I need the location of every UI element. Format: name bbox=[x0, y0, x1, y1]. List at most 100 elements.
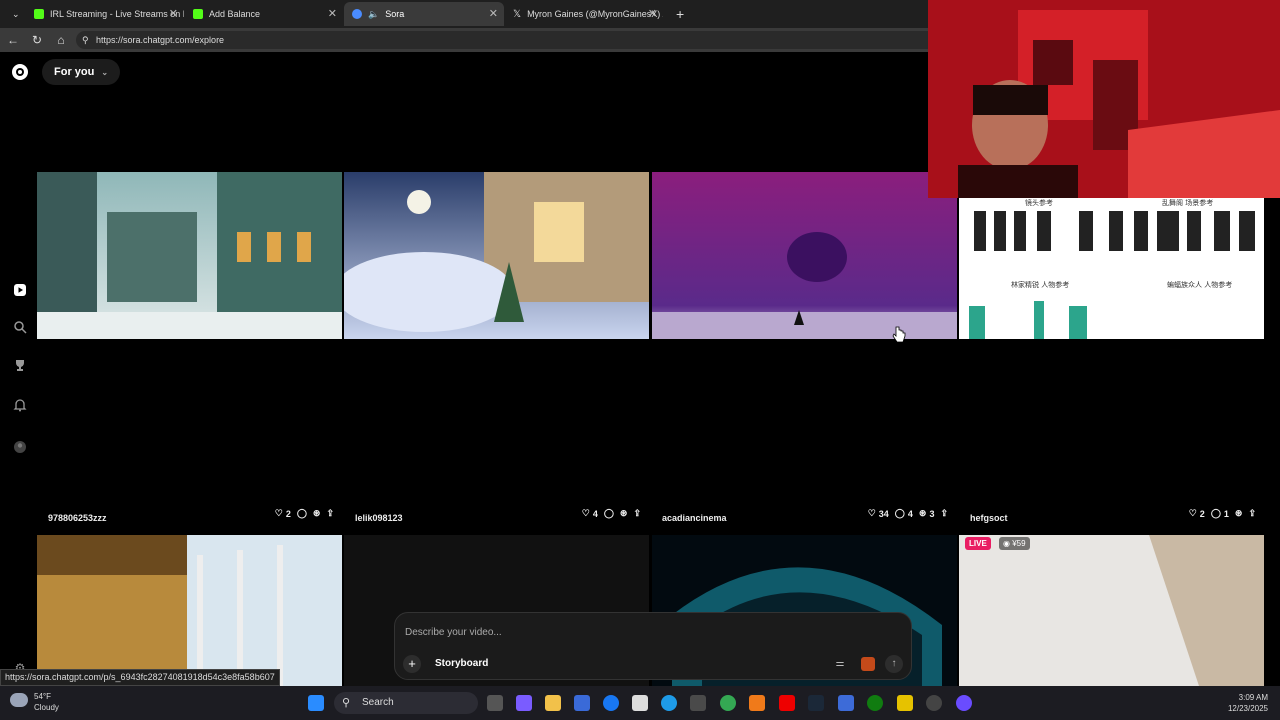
facebook-icon[interactable] bbox=[603, 695, 619, 711]
xbox-icon[interactable] bbox=[867, 695, 883, 711]
like-count: 2 bbox=[285, 508, 291, 519]
video-meta-row: lelik098123 ♡ 4 ◯ ⊛ ⇪ bbox=[355, 508, 641, 528]
like-button[interactable]: ♡ 4 bbox=[582, 508, 598, 519]
video-tile-winter-palace[interactable] bbox=[344, 172, 649, 339]
video-tile-purple-wave[interactable] bbox=[652, 172, 957, 339]
comment-button[interactable]: ◯ 4 bbox=[895, 508, 913, 519]
system-clock[interactable]: 3:09 AM 12/23/2025 bbox=[1228, 692, 1268, 714]
character-figures bbox=[969, 211, 1255, 339]
taskbar-search[interactable]: ⚲ Search bbox=[334, 692, 478, 714]
video-thumbnail bbox=[1149, 535, 1264, 686]
tab-myron-gaines[interactable]: 𝕏 Myron Gaines (@MyronGainesX) / ✕ bbox=[505, 2, 663, 26]
video-thumbnail bbox=[37, 535, 342, 686]
tab-list-button[interactable]: ⌄ bbox=[4, 2, 24, 26]
amazon-icon[interactable] bbox=[632, 695, 648, 711]
tab-sora[interactable]: 🔈 Sora ✕ bbox=[344, 2, 504, 26]
username[interactable]: hefgsoct bbox=[970, 513, 1008, 523]
status-url-text: https://sora.chatgpt.com/p/s_6943fc28274… bbox=[5, 672, 275, 682]
send-arrow-icon[interactable]: ↑ bbox=[885, 655, 903, 673]
close-icon[interactable]: ✕ bbox=[489, 7, 498, 20]
video-tile-balcony[interactable] bbox=[37, 535, 342, 686]
heart-icon: ♡ bbox=[274, 508, 283, 518]
heart-icon: ♡ bbox=[581, 508, 590, 518]
username[interactable]: lelik098123 bbox=[355, 513, 403, 523]
close-icon[interactable]: ✕ bbox=[648, 7, 657, 20]
avatar[interactable] bbox=[12, 440, 28, 456]
feed-selector[interactable]: For you ⌄ bbox=[42, 59, 121, 85]
like-count: 4 bbox=[592, 508, 598, 519]
share-icon[interactable]: ⇪ bbox=[940, 508, 948, 519]
video-tile-live[interactable]: LIVE ◉ ¥59 bbox=[959, 535, 1264, 686]
comment-count: 4 bbox=[907, 508, 913, 519]
prompt-input[interactable]: Describe your video... bbox=[405, 627, 502, 638]
youtube-icon[interactable] bbox=[779, 695, 795, 711]
sticky-notes-icon[interactable] bbox=[897, 695, 913, 711]
gift-icon[interactable] bbox=[861, 657, 875, 671]
like-button[interactable]: ♡ 2 bbox=[275, 508, 291, 519]
explore-icon[interactable] bbox=[12, 283, 28, 299]
app-icon[interactable] bbox=[956, 695, 972, 711]
live-badge: LIVE bbox=[965, 537, 991, 550]
reload-icon[interactable]: ↻ bbox=[29, 32, 45, 48]
username[interactable]: acadiancinema bbox=[662, 513, 727, 523]
close-icon[interactable]: ✕ bbox=[169, 7, 178, 20]
app-icon[interactable] bbox=[838, 695, 854, 711]
comment-count: 1 bbox=[1223, 508, 1229, 519]
share-icon[interactable]: ⇪ bbox=[326, 508, 334, 519]
site-info-icon[interactable]: ⚲ bbox=[82, 31, 89, 49]
sora-logo-icon[interactable] bbox=[12, 64, 28, 80]
remix-icon[interactable]: ⊛ bbox=[1235, 508, 1243, 519]
comment-icon[interactable]: ◯ bbox=[297, 508, 307, 519]
windows-start-icon[interactable] bbox=[308, 695, 324, 711]
remix-icon[interactable]: ⊛ bbox=[620, 508, 628, 519]
comment-button[interactable]: ◯ 1 bbox=[1211, 508, 1229, 519]
vlc-icon[interactable] bbox=[749, 695, 765, 711]
file-explorer-icon[interactable] bbox=[545, 695, 561, 711]
chrome-icon[interactable] bbox=[720, 695, 736, 711]
storyboard-button[interactable]: Storyboard bbox=[429, 655, 494, 673]
steam-icon[interactable] bbox=[808, 695, 824, 711]
username[interactable]: 978806253zzz bbox=[48, 513, 107, 523]
comment-icon[interactable]: ◯ bbox=[604, 508, 614, 519]
cloud-icon bbox=[10, 693, 28, 707]
sora-icon bbox=[352, 9, 362, 19]
video-meta-row: 978806253zzz ♡ 2 ◯ ⊛ ⇪ bbox=[48, 508, 334, 528]
share-icon[interactable]: ⇪ bbox=[1248, 508, 1256, 519]
clock-time: 3:09 AM bbox=[1238, 693, 1268, 702]
search-icon[interactable] bbox=[12, 320, 28, 336]
remix-icon: ⊛ bbox=[918, 508, 927, 518]
heart-icon: ♡ bbox=[867, 508, 876, 518]
home-icon[interactable]: ⌂ bbox=[53, 32, 69, 48]
url-text: https://sora.chatgpt.com/explore bbox=[96, 35, 225, 45]
obs-icon[interactable] bbox=[926, 695, 942, 711]
task-view-icon[interactable] bbox=[487, 695, 503, 711]
weather-widget[interactable]: 54°F Cloudy bbox=[10, 691, 59, 713]
like-button[interactable]: ♡ 34 bbox=[868, 508, 889, 519]
remix-icon[interactable]: ⊛ bbox=[313, 508, 321, 519]
remix-button[interactable]: ⊛ 3 bbox=[919, 508, 935, 519]
store-icon[interactable] bbox=[574, 695, 590, 711]
new-tab-button[interactable]: + bbox=[668, 2, 688, 26]
heart-icon: ♡ bbox=[1188, 508, 1197, 518]
video-tile-snowy-street[interactable] bbox=[37, 172, 342, 339]
settings-sliders-icon[interactable]: ⚌ bbox=[831, 655, 849, 673]
feed-selector-label: For you bbox=[54, 66, 95, 78]
like-button[interactable]: ♡ 2 bbox=[1189, 508, 1205, 519]
edge-icon[interactable] bbox=[661, 695, 677, 711]
tab-irl-streaming[interactable]: IRL Streaming - Live Streams on K ✕ bbox=[26, 2, 184, 26]
close-icon[interactable]: ✕ bbox=[328, 7, 337, 20]
video-meta-row: acadiancinema ♡ 34 ◯ 4 ⊛ 3 ⇪ bbox=[662, 508, 948, 528]
back-icon[interactable]: ← bbox=[5, 32, 21, 48]
calculator-icon[interactable] bbox=[690, 695, 706, 711]
url-field[interactable]: ⚲ https://sora.chatgpt.com/explore bbox=[76, 31, 936, 49]
copilot-icon[interactable] bbox=[516, 695, 532, 711]
trophy-icon[interactable] bbox=[12, 358, 28, 374]
prompt-composer[interactable]: Describe your video... + Storyboard ⚌ ↑ bbox=[394, 612, 912, 680]
tab-label: Myron Gaines (@MyronGainesX) / bbox=[527, 9, 663, 19]
webcam-overlay bbox=[928, 0, 1280, 198]
tab-add-balance[interactable]: Add Balance ✕ bbox=[185, 2, 343, 26]
speaker-icon[interactable]: 🔈 bbox=[368, 9, 379, 20]
add-button[interactable]: + bbox=[403, 655, 421, 673]
bell-icon[interactable] bbox=[12, 398, 28, 414]
share-icon[interactable]: ⇪ bbox=[633, 508, 641, 519]
